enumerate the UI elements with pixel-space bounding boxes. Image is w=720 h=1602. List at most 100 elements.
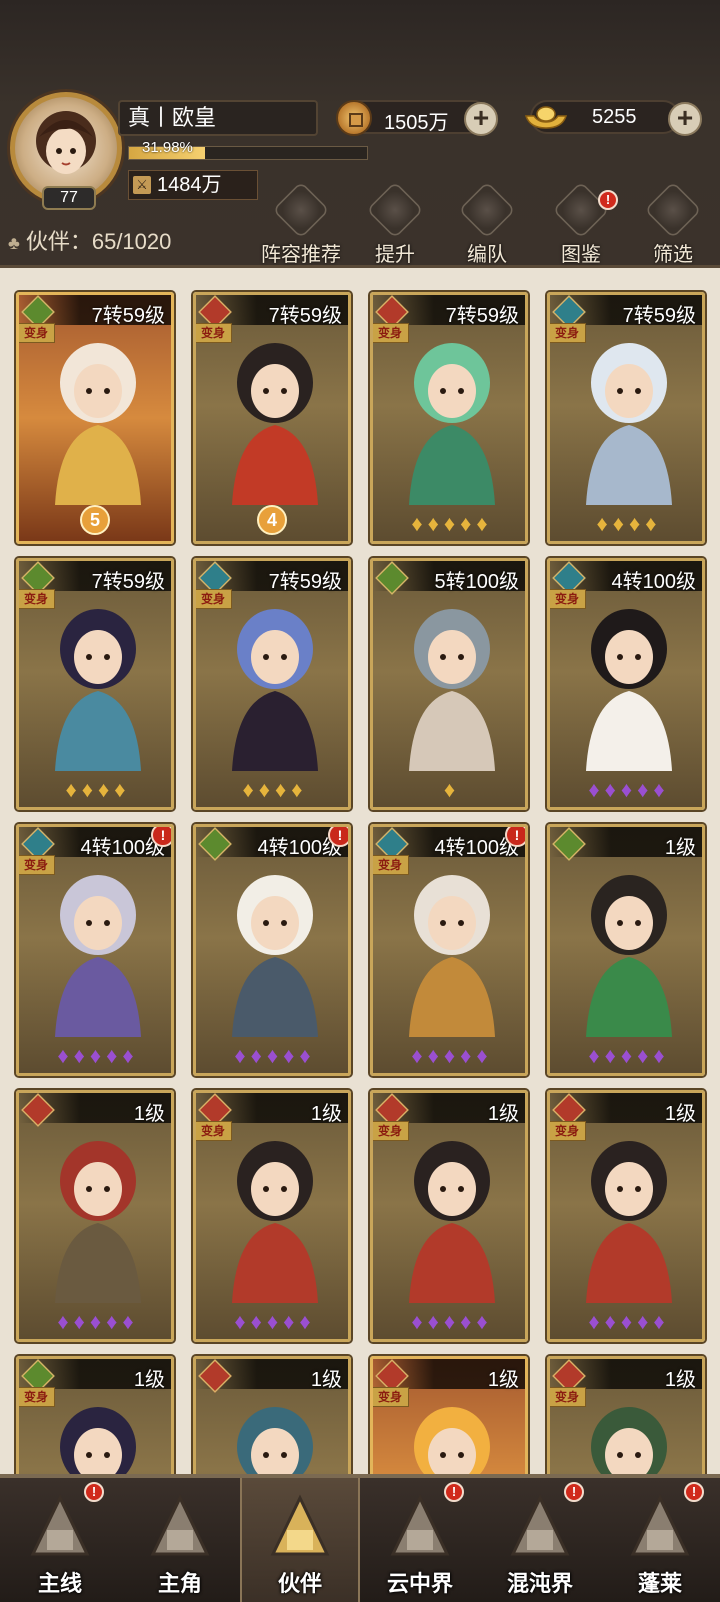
flame-star-icon: ♦ — [427, 511, 439, 536]
formation-label: 编队 — [467, 244, 507, 266]
formation-button[interactable]: 编队 — [442, 178, 532, 266]
partner-portrait-icon — [55, 609, 141, 771]
partner-card[interactable]: 1级 变身 ♦ ♦ ♦ ♦ ♦ — [370, 1090, 528, 1342]
flame-star-icon: ♦ — [411, 1309, 422, 1334]
partner-level: 1级 — [310, 1369, 342, 1391]
alert-icon: ! — [505, 827, 525, 847]
flame-star-icon: ♦ — [620, 777, 632, 802]
lineup-recommend-button[interactable]: 阵容推荐 — [256, 178, 346, 266]
nav-item[interactable]: 伙伴 — [240, 1478, 360, 1602]
partner-portrait-icon — [55, 875, 141, 1037]
partner-portrait-icon — [409, 609, 495, 771]
partner-card[interactable]: 1级 变身 ♦ ♦ ♦ ♦ ♦ — [193, 1090, 351, 1342]
star-rating: ♦ ♦ ♦ ♦ — [550, 511, 702, 537]
alert-icon: ! — [444, 1482, 464, 1502]
nav-item[interactable]: 云中界 ! — [360, 1478, 480, 1602]
flame-star-icon: ♦ — [106, 1309, 117, 1334]
partner-count-value: 65/1020 — [91, 229, 172, 254]
partner-card[interactable]: 4转100级 变身 ♦ ♦ ♦ ♦ ♦! — [370, 824, 528, 1076]
partner-level: 1级 — [664, 837, 696, 859]
filter-icon — [644, 181, 702, 239]
partner-card[interactable]: 1级 变身 — [16, 1356, 174, 1474]
add-ingots-button[interactable]: + — [668, 102, 702, 136]
partner-card[interactable]: 4转100级 变身 ♦ ♦ ♦ ♦ ♦! — [16, 824, 174, 1076]
alert-icon: ! — [84, 1482, 104, 1502]
star-rating: ♦ ♦ ♦ ♦ ♦ — [550, 1043, 702, 1069]
upgrade-icon — [366, 181, 424, 239]
flame-star-icon: ♦ — [443, 511, 455, 536]
flame-star-icon: ♦ — [443, 1043, 455, 1068]
transform-badge: 变身 — [196, 1121, 232, 1141]
upgrade-button[interactable]: 提升 — [350, 178, 440, 266]
transform-badge: 变身 — [19, 323, 55, 343]
flame-star-icon: ♦ — [89, 1043, 101, 1068]
partner-level: 7转59级 — [91, 571, 165, 593]
transform-badge: 变身 — [373, 1121, 409, 1141]
ingot-currency: 5255 + — [524, 100, 702, 136]
alert-icon: ! — [328, 827, 348, 847]
nav-item[interactable]: 蓬莱 ! — [600, 1478, 720, 1602]
nav-label: 蓬莱 — [637, 1571, 682, 1596]
top-bar: 77 真丨欧皇 31.98% ⚔ 1484万 1505万 + 5255 + ♣ 伙… — [0, 0, 720, 268]
flame-star-icon: ♦ — [620, 1309, 632, 1334]
add-coins-button[interactable]: + — [464, 102, 498, 136]
partner-card[interactable]: 1级 变身 — [547, 1356, 705, 1474]
partner-card[interactable]: 5转100级 ♦ — [370, 558, 528, 810]
nav-item[interactable]: 主线 ! — [0, 1478, 120, 1602]
lineup-recommend-icon — [272, 181, 330, 239]
flame-star-icon: ♦ — [73, 1043, 85, 1068]
partner-card[interactable]: 7转59级 变身 ♦ ♦ ♦ ♦ ♦ — [370, 292, 528, 544]
flame-star-icon: ♦ — [411, 1043, 422, 1068]
partner-card[interactable]: 1级 ♦ ♦ ♦ ♦ ♦ — [16, 1090, 174, 1342]
flame-star-icon: ♦ — [299, 1309, 310, 1334]
filter-button[interactable]: 筛选 — [628, 178, 718, 266]
partner-card[interactable]: 1级 变身 ♦ ♦ ♦ ♦ ♦ — [547, 1090, 705, 1342]
partner-card[interactable]: 4转100级 变身 ♦ ♦ ♦ ♦ ♦ — [547, 558, 705, 810]
codex-button[interactable]: 图鉴 ! — [536, 178, 626, 266]
avatar-portrait-icon — [36, 111, 96, 174]
flame-star-icon: ♦ — [122, 1309, 133, 1334]
partner-card[interactable]: 7转59级 变身 ♦ ♦ ♦ ♦ — [193, 558, 351, 810]
coin-icon — [336, 100, 372, 136]
partner-portrait-icon — [232, 609, 318, 771]
flame-star-icon: ♦ — [266, 1309, 278, 1334]
nav-item[interactable]: 混沌界 ! — [480, 1478, 600, 1602]
partner-card[interactable]: 1级 ♦ ♦ ♦ ♦ ♦ — [547, 824, 705, 1076]
nav-label: 混沌界 — [506, 1571, 573, 1596]
partner-portrait-icon — [237, 1407, 313, 1474]
filter-label: 筛选 — [653, 244, 693, 266]
partner-level: 1级 — [664, 1103, 696, 1125]
awaken-badge: 4 — [257, 505, 287, 535]
partner-portrait-icon — [586, 1141, 672, 1303]
flame-star-icon: ♦ — [427, 1309, 439, 1334]
formation-icon — [458, 181, 516, 239]
partner-portrait-icon — [586, 609, 672, 771]
partner-portrait-icon — [232, 1141, 318, 1303]
partner-card[interactable]: 7转59级 变身 4 — [193, 292, 351, 544]
flame-star-icon: ♦ — [57, 1309, 68, 1334]
flame-star-icon: ♦ — [588, 1043, 599, 1068]
nav-label: 主角 — [157, 1571, 202, 1596]
flame-star-icon: ♦ — [250, 1043, 262, 1068]
partner-level: 1级 — [487, 1103, 519, 1125]
partner-portrait-icon — [586, 343, 672, 505]
partner-card[interactable]: 4转100级 ♦ ♦ ♦ ♦ ♦! — [193, 824, 351, 1076]
partner-card[interactable]: 7转59级 变身 ♦ ♦ ♦ ♦ — [547, 292, 705, 544]
partner-card[interactable]: 1级 变身 — [370, 1356, 528, 1474]
nav-item[interactable]: 主角 — [120, 1478, 240, 1602]
partner-portrait-icon — [409, 875, 495, 1037]
flame-star-icon: ♦ — [234, 1043, 245, 1068]
partner-card[interactable]: 7转59级 变身 ♦ ♦ ♦ ♦ — [16, 558, 174, 810]
ingot-amount: 5255 — [592, 106, 637, 128]
crossed-swords-icon: ⚔ — [133, 176, 151, 194]
partner-level: 4转100级 — [611, 571, 697, 593]
partner-card[interactable]: 7转59级 变身 5 — [16, 292, 174, 544]
star-rating: ♦ ♦ ♦ ♦ ♦ — [373, 1309, 525, 1335]
partner-grid: 7转59级 变身5 7转59级 变身4 7转59级 变身♦♦♦♦♦ — [0, 268, 720, 1474]
star-rating: ♦ ♦ ♦ ♦ ♦ — [373, 1043, 525, 1069]
flame-star-icon: ♦ — [73, 1309, 85, 1334]
combat-power-value: 1484万 — [157, 174, 222, 196]
partner-card[interactable]: 1级 — [193, 1356, 351, 1474]
alert-icon: ! — [564, 1482, 584, 1502]
partner-level: 5转100级 — [434, 571, 520, 593]
